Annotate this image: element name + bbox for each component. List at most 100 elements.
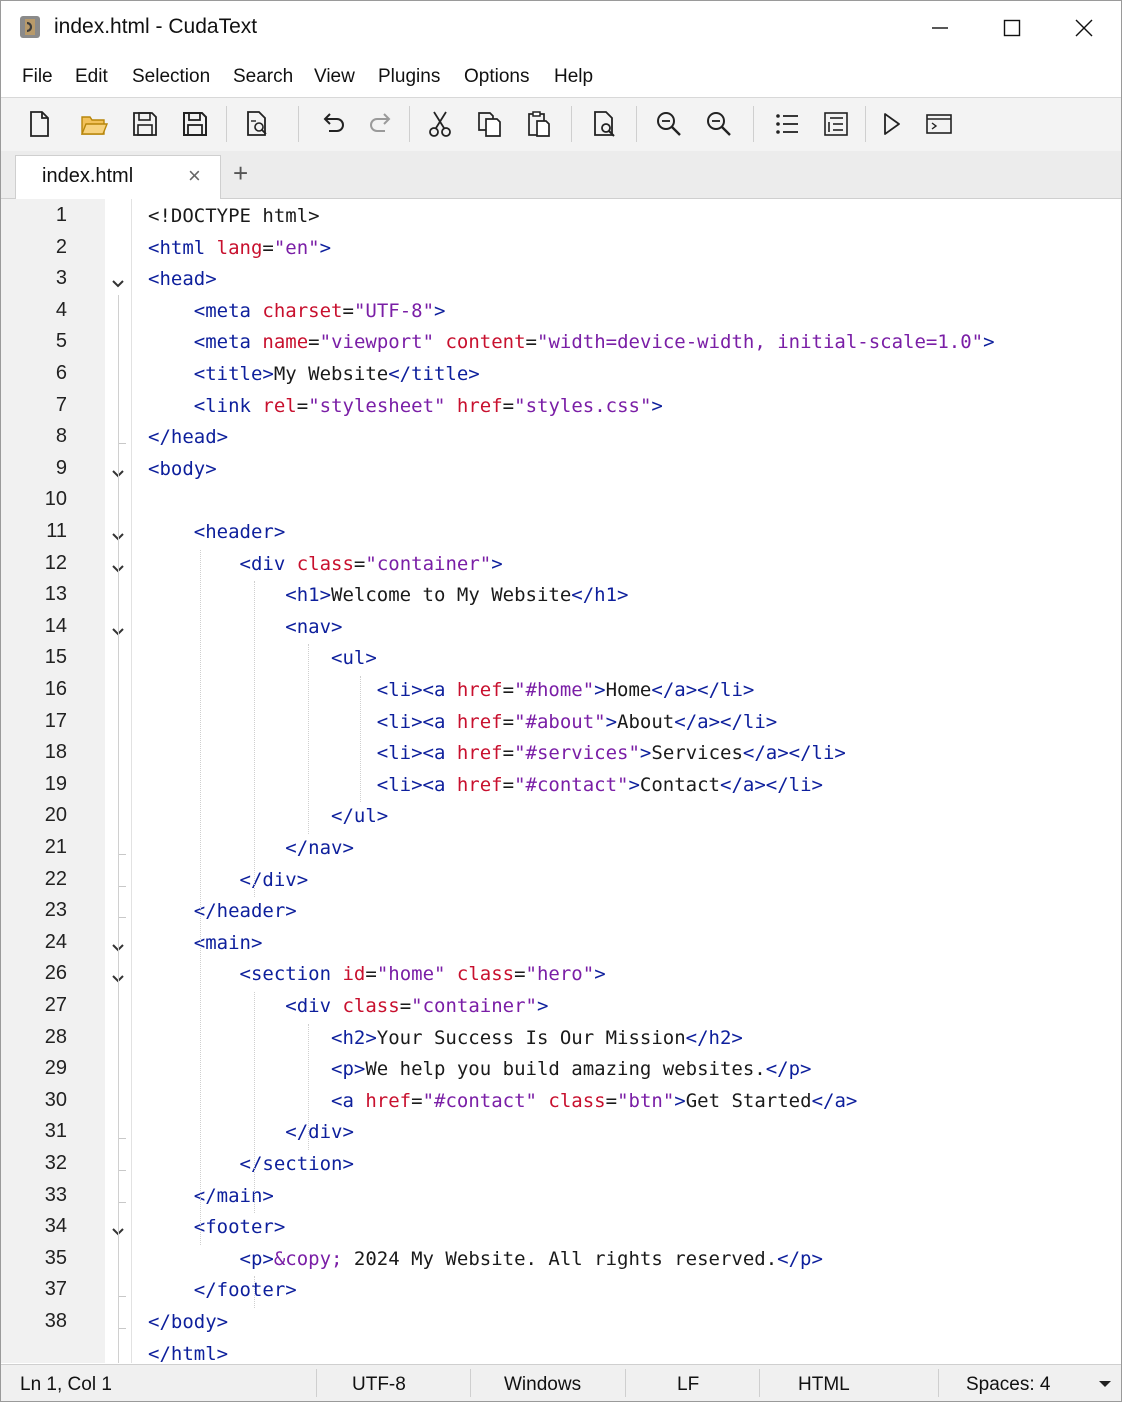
code-line[interactable]: <h2>Your Success Is Our Mission</h2> [148,1027,743,1049]
code-token: "UTF-8" [353,299,435,322]
tab-index-html[interactable]: index.html × [15,155,221,199]
code-line[interactable]: <h1>Welcome to My Website</h1> [148,584,628,606]
code-token: = [411,1089,423,1112]
code-line[interactable]: </section> [148,1153,354,1175]
menu-view[interactable]: View [314,66,355,88]
code-line[interactable]: <title>My Website</title> [148,363,480,385]
code-line[interactable]: <li><a href="#about">About</a></li> [148,711,777,733]
code-line[interactable]: <div class="container"> [148,553,503,575]
code-token: = [342,299,354,322]
list-button[interactable] [769,107,805,141]
cursor-position[interactable]: Ln 1, Col 1 [20,1374,112,1396]
menu-search[interactable]: Search [233,66,293,88]
maximize-button[interactable] [977,1,1047,55]
find-in-file-button[interactable] [586,107,622,141]
paste-button[interactable] [521,107,557,141]
toolbar-separator [865,106,866,142]
code-token: = [308,331,320,354]
menu-edit[interactable]: Edit [75,66,108,88]
code-line[interactable]: <section id="home" class="hero"> [148,963,606,985]
line-number: 2 [55,235,67,258]
open-file-button[interactable] [76,107,112,141]
redo-button[interactable] [363,107,399,141]
copy-button[interactable] [471,107,507,141]
code-line[interactable]: </header> [148,900,297,922]
code-line[interactable]: <!DOCTYPE html> [148,205,320,227]
add-tab-icon[interactable]: + [233,158,248,189]
code-line[interactable]: <li><a href="#services">Services</a></li… [148,742,846,764]
menu-selection[interactable]: Selection [132,66,210,88]
line-number: 38 [44,1310,67,1332]
chevron-down-icon[interactable] [1098,1380,1112,1389]
zoom-in-button[interactable] [651,107,687,141]
code-line[interactable]: </body> [148,1311,228,1333]
indent-list-button[interactable] [818,107,854,141]
code-line[interactable]: <body> [148,458,217,480]
window-title: index.html - CudaText [54,15,258,38]
code-line[interactable]: <link rel="stylesheet" href="styles.css"… [148,395,663,417]
run-button[interactable] [873,107,909,141]
code-line[interactable]: <li><a href="#home">Home</a></li> [148,679,755,701]
code-token: charset [262,299,343,322]
menu-help[interactable]: Help [554,66,593,88]
code-line[interactable]: <p>We help you build amazing websites.</… [148,1058,811,1080]
code-line[interactable]: </div> [148,869,309,891]
encoding-status[interactable]: UTF-8 [352,1374,406,1396]
code-line[interactable]: <head> [148,268,217,290]
new-file-button[interactable] [21,107,57,141]
code-token: <h2> [331,1026,377,1049]
line-number: 23 [44,899,67,922]
close-window-button[interactable] [1049,1,1119,55]
line-number: 24 [44,930,67,953]
os-line-ending[interactable]: Windows [504,1374,581,1396]
code-line[interactable]: <div class="container"> [148,995,548,1017]
code-line[interactable]: <ul> [148,647,377,669]
code-token: > [639,742,652,765]
menu-file[interactable]: File [22,66,53,88]
code-token: Services [651,742,743,765]
print-preview-button[interactable] [239,107,275,141]
code-line[interactable]: </ul> [148,805,388,827]
code-token: href [456,710,503,733]
menu-options[interactable]: Options [464,66,529,88]
code-token: "en" [273,236,320,259]
code-line[interactable]: <meta name="viewport" content="width=dev… [148,331,995,353]
line-ending-status[interactable]: LF [677,1374,699,1396]
indent-guide [360,676,361,803]
code-line[interactable]: <header> [148,521,286,543]
code-line[interactable]: <main> [148,932,263,954]
menu-plugins[interactable]: Plugins [378,66,440,88]
undo-button[interactable] [315,107,351,141]
zoom-out-button[interactable] [701,107,737,141]
minimize-button[interactable] [905,1,975,55]
code-line[interactable]: </div> [148,1121,354,1143]
fold-chevron-icon[interactable] [110,276,126,292]
code-line[interactable]: <li><a href="#contact">Contact</a></li> [148,774,823,796]
code-line[interactable]: </html> [148,1343,228,1363]
console-button[interactable] [921,107,957,141]
lexer-status[interactable]: HTML [798,1374,850,1396]
code-line[interactable]: <meta charset="UTF-8"> [148,299,446,322]
code-token: Welcome to My Website [331,584,572,607]
cut-button[interactable] [422,107,458,141]
code-line[interactable]: <p>&copy; 2024 My Website. All rights re… [148,1248,823,1270]
save-all-button[interactable] [177,107,213,141]
code-line[interactable]: </footer> [148,1279,297,1301]
save-button[interactable] [127,107,163,141]
code-line[interactable]: <html lang="en"> [148,237,331,259]
code-line[interactable]: <footer> [148,1216,286,1238]
tab-close-icon[interactable]: × [188,163,201,189]
code-line[interactable]: <nav> [148,616,342,638]
code-editor[interactable]: 1 2 3 4 5 6 7 8 9 10 11 12 13 14 15 16 17 18 19 20 21 22 23 24 2… [1,199,1121,1363]
code-line[interactable]: </nav> [148,837,354,859]
code-line[interactable]: </head> [148,426,228,448]
code-token: = [502,394,515,417]
indent-status[interactable]: Spaces: 4 [966,1374,1051,1396]
